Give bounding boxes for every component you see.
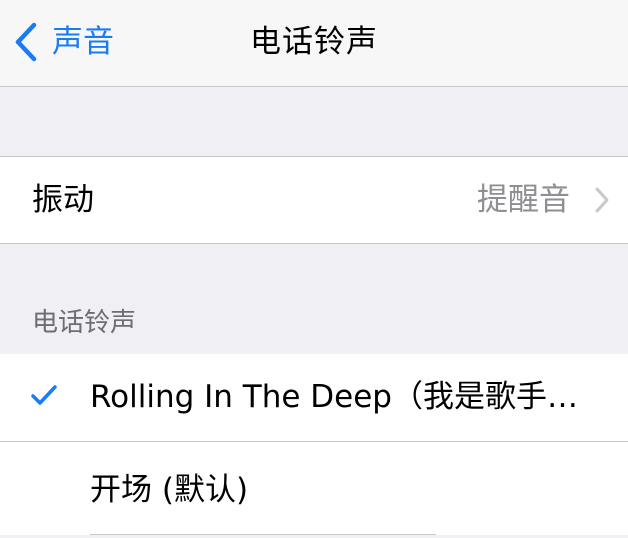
page-title: 电话铃声 [250, 24, 378, 60]
ringtones-section-header: 电话铃声 [32, 308, 137, 338]
ringtone-label: 开场 (默认) [90, 472, 249, 508]
ringtone-label: Rolling In The Deep（我是歌手… [90, 379, 578, 415]
vibration-label: 振动 [32, 182, 94, 218]
ringtone-row[interactable]: 开场 (默认) [0, 442, 628, 535]
checkmark-icon [31, 385, 57, 405]
chevron-right-icon [595, 187, 609, 213]
vibration-cell[interactable]: 振动 提醒音 [0, 156, 628, 244]
navigation-bar: 声音 电话铃声 [0, 0, 628, 87]
ringtone-row-selected[interactable]: Rolling In The Deep（我是歌手… [0, 354, 628, 442]
vibration-value: 提醒音 [477, 182, 570, 218]
